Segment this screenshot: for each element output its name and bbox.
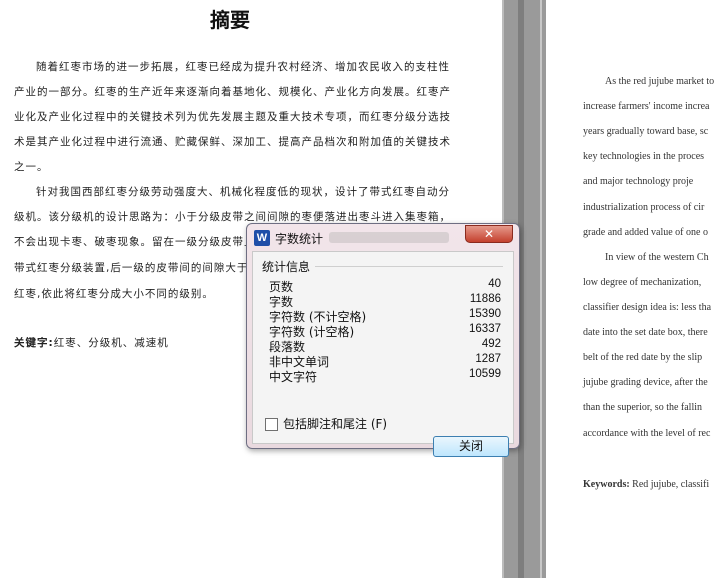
stat-value: 492 [481, 338, 501, 350]
abstract-line: 针对我国西部红枣分级劳动强度大、机械化程度低的现状，设计了带式红枣自动分 [36, 186, 450, 198]
abstract-line: 术是其产业化过程中进行流通、贮藏保鲜、深加工、提高产品档次和附加值的关键技术 [14, 136, 451, 148]
abstract-title: 摘要 [210, 8, 250, 32]
wps-writer-icon: W [254, 230, 270, 246]
dialog-body: 统计信息 页数 40 字数 11886 字符数 (不计空格) 15390 字符数… [252, 251, 514, 457]
abstract-en-line: industrialization process of cir [583, 202, 705, 213]
abstract-en-line: As the red jujube market to [605, 76, 715, 87]
abstract-line: 红枣,依此将红枣分成大小不同的级别。 [14, 288, 214, 300]
stat-row: 段落数 492 [269, 338, 501, 354]
abstract-line: 产业的一部分。红枣的生产近年来逐渐向着基地化、规模化、产业化方向发展。红枣产 [14, 86, 451, 98]
close-button[interactable]: 关闭 [433, 436, 509, 457]
abstract-en-line: increase farmers' income increa [583, 101, 710, 112]
stat-value: 10599 [469, 368, 501, 380]
abstract-en-line: jujube grading device, after the [583, 377, 708, 388]
abstract-line: 不会出现卡枣、破枣现象。留在一级分级皮带上 [14, 236, 256, 248]
stat-value: 40 [488, 278, 501, 290]
stat-value: 16337 [469, 323, 501, 335]
word-count-dialog: W 字数统计 ✕ 统计信息 页数 40 字数 11886 字符数 (不计空格) … [246, 223, 520, 457]
keywords-en-line: Keywords: Red jujube, classifi [583, 479, 709, 490]
abstract-en-line: key technologies in the proces [583, 151, 705, 162]
abstract-en-line: date into the set date box, there [583, 327, 708, 338]
abstract-en-line: low degree of mechanization, [583, 277, 702, 288]
dialog-title: 字数统计 [275, 232, 324, 246]
stat-value: 11886 [469, 293, 501, 305]
keywords-line: 关键字:红枣、分级机、减速机 [14, 335, 169, 350]
abstract-line: 之一。 [14, 161, 49, 173]
abstract-en-line: grade and added value of one o [583, 227, 708, 238]
abstract-line: 业化及产业化过程中的关键技术列为优先发展主题及重大技术专项，而红枣分级分选技 [14, 111, 451, 123]
stat-value: 15390 [469, 308, 501, 320]
stat-row: 字符数 (不计空格) 15390 [269, 308, 501, 324]
stat-row: 中文字符 10599 [269, 368, 501, 384]
stat-row: 非中文单词 1287 [269, 353, 501, 369]
group-divider [315, 266, 503, 267]
dialog-close-icon[interactable]: ✕ [465, 225, 513, 243]
page-edge [540, 0, 542, 578]
abstract-en-line: than the superior, so the fallin [583, 402, 703, 413]
keywords-label: 关键字: [14, 337, 54, 349]
include-footnotes-label[interactable]: 包括脚注和尾注 (F) [283, 415, 387, 432]
stat-row: 字符数 (计空格) 16337 [269, 323, 501, 339]
stats-group-label: 统计信息 [262, 260, 311, 274]
stat-label: 中文字符 [269, 370, 318, 384]
include-footnotes-checkbox[interactable] [265, 418, 278, 431]
abstract-line: 带式红枣分级装置,后一级的皮带间的间隙大于上 [14, 262, 260, 274]
stat-row: 字数 11886 [269, 293, 501, 309]
dialog-titlebar[interactable]: W 字数统计 ✕ [247, 224, 519, 250]
keywords-en-label: Keywords: [583, 479, 630, 490]
abstract-en-line: In view of the western Ch [605, 252, 709, 263]
abstract-en-line: and major technology proje [583, 176, 694, 187]
keywords-en-value: Red jujube, classifi [632, 479, 710, 490]
abstract-line: 级机。该分级机的设计思路为：小于分级皮带之间间隙的枣便落进出枣斗进入集枣箱， [14, 211, 451, 223]
abstract-en-line: belt of the red date by the slip [583, 352, 703, 363]
keywords-value: 红枣、分级机、减速机 [53, 337, 169, 349]
abstract-en-line: years gradually toward base, sc [583, 126, 709, 137]
abstract-line: 随着红枣市场的进一步拓展，红枣已经成为提升农村经济、增加农民收入的支柱性 [36, 61, 450, 73]
stat-value: 1287 [475, 353, 501, 365]
titlebar-ghost-text [329, 232, 449, 243]
abstract-en-line: classifier design idea is: less tha [583, 302, 712, 313]
stat-row: 页数 40 [269, 278, 501, 294]
abstract-en-line: accordance with the level of rec [583, 428, 711, 439]
